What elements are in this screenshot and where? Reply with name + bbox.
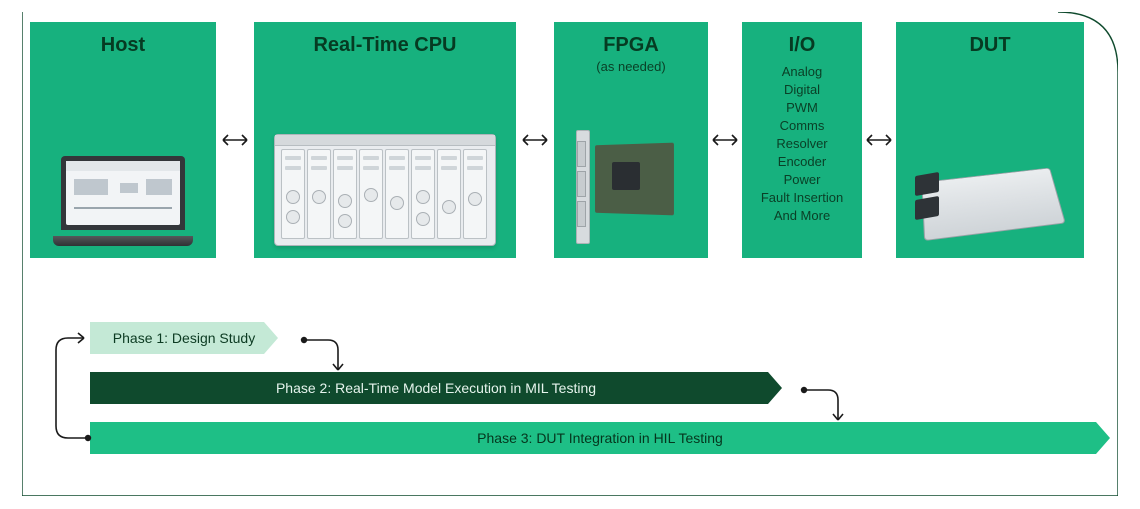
architecture-row: Host Real-Time CPU (30, 22, 1110, 310)
panel-io: I/O AnalogDigitalPWMCommsResolverEncoder… (742, 22, 862, 258)
phase-2-bar: Phase 2: Real-Time Model Execution in MI… (90, 372, 782, 404)
dut-illustration (896, 156, 1084, 246)
io-list-item: Digital (742, 81, 862, 99)
io-list-item: Encoder (742, 153, 862, 171)
arrow-host-rt (216, 22, 254, 258)
rt-illustration (254, 134, 516, 246)
connector-loopback (48, 322, 96, 454)
arrow-fpga-io (708, 22, 742, 258)
panel-host-title: Host (30, 22, 216, 57)
phase-3-bar: Phase 3: DUT Integration in HIL Testing (90, 422, 1110, 454)
panel-rt-title: Real-Time CPU (254, 22, 516, 57)
panel-host: Host (30, 22, 216, 258)
arrow-io-dut (862, 22, 896, 258)
io-list-item: Comms (742, 117, 862, 135)
io-list-item: PWM (742, 99, 862, 117)
host-illustration (30, 156, 216, 246)
io-list-item: Power (742, 171, 862, 189)
fpga-illustration (554, 126, 708, 246)
panel-fpga: FPGA (as needed) (554, 22, 708, 258)
panel-io-title: I/O (742, 22, 862, 57)
phase-1-bar: Phase 1: Design Study (90, 322, 278, 354)
arrow-rt-fpga (516, 22, 554, 258)
panel-dut-title: DUT (896, 22, 1084, 57)
io-list-item: Resolver (742, 135, 862, 153)
panel-dut: DUT (896, 22, 1084, 258)
panel-fpga-title: FPGA (554, 22, 708, 57)
panel-fpga-subtitle: (as needed) (554, 59, 708, 74)
io-list-item: Analog (742, 63, 862, 81)
panel-realtime-cpu: Real-Time CPU (254, 22, 516, 258)
io-list: AnalogDigitalPWMCommsResolverEncoderPowe… (742, 63, 862, 225)
io-list-item: And More (742, 207, 862, 225)
phase-zone: Phase 1: Design Study Phase 2: Real-Time… (48, 322, 1112, 472)
io-list-item: Fault Insertion (742, 189, 862, 207)
